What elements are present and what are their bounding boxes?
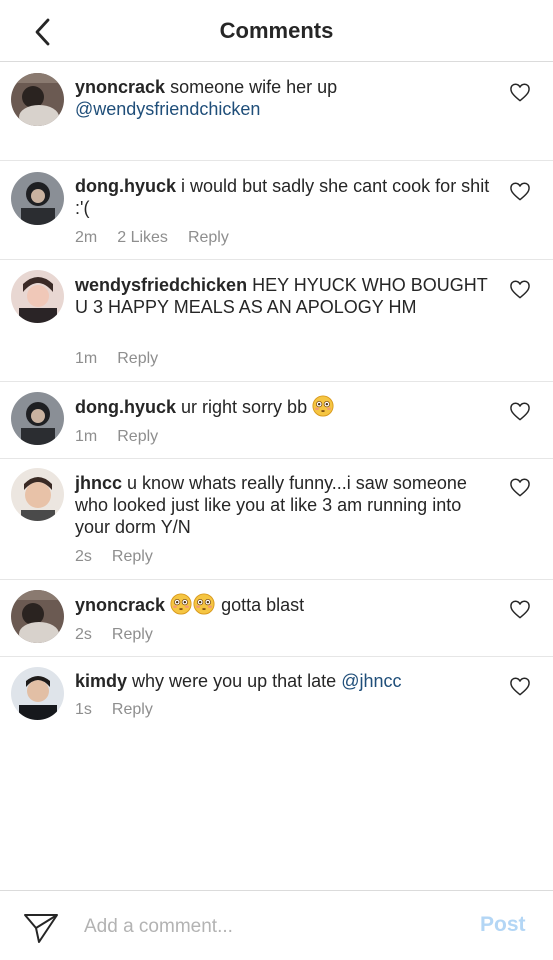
comment-meta: 1m Reply [75, 350, 178, 368]
reply-button[interactable]: Reply [117, 350, 158, 367]
comment-item: dong.hyuck ur right sorry bb 1m Reply [0, 382, 553, 459]
avatar[interactable] [11, 73, 64, 126]
comment-item: ynoncrack gotta blast 2s Reply [0, 580, 553, 657]
comment-text: jhncc u know whats really funny...i saw … [75, 472, 495, 538]
comment-text: ynoncrack gotta blast [75, 593, 495, 616]
header-bar: Comments [0, 0, 553, 62]
comment-composer: Post [0, 890, 553, 960]
comment-username[interactable]: ynoncrack [75, 77, 165, 97]
comment-text: ynoncrack someone wife her up @wendysfri… [75, 76, 495, 120]
reply-button[interactable]: Reply [117, 428, 158, 445]
heart-icon[interactable] [509, 676, 531, 696]
avatar[interactable] [11, 172, 64, 225]
heart-icon[interactable] [509, 82, 531, 102]
comment-timestamp: 2s [75, 548, 92, 565]
heart-icon[interactable] [509, 279, 531, 299]
avatar[interactable] [11, 468, 64, 521]
comment-body: gotta blast [221, 595, 305, 615]
comment-timestamp: 1m [75, 428, 98, 445]
comment-username[interactable]: ynoncrack [75, 595, 165, 615]
comments-list: ynoncrack someone wife her up @wendysfri… [0, 62, 553, 735]
reply-button[interactable]: Reply [112, 548, 153, 565]
comment-item: wendysfriedchicken HEY HYUCK WHO BOUGHT … [0, 260, 553, 382]
comment-username[interactable]: wendysfriedchicken [75, 275, 247, 295]
comment-timestamp: 1m [75, 350, 98, 367]
heart-icon[interactable] [509, 599, 531, 619]
comment-text: dong.hyuck ur right sorry bb [75, 395, 495, 418]
mention-link[interactable]: @wendysfriendchicken [75, 99, 260, 119]
mention-link[interactable]: @jhncc [341, 671, 401, 691]
comment-text: kimdy why were you up that late @jhncc [75, 670, 495, 692]
comment-username[interactable]: dong.hyuck [75, 176, 176, 196]
avatar[interactable] [11, 667, 64, 720]
comment-item: ynoncrack someone wife her up @wendysfri… [0, 62, 553, 161]
reply-button[interactable]: Reply [188, 229, 229, 246]
comment-timestamp: 2m [75, 229, 98, 246]
comment-username[interactable]: jhncc [75, 473, 122, 493]
comment-meta: 1m Reply [75, 428, 178, 446]
flushed-face-emoji [170, 593, 192, 615]
comment-item: dong.hyuck i would but sadly she cant co… [0, 161, 553, 260]
comment-text: dong.hyuck i would but sadly she cant co… [75, 175, 495, 219]
heart-icon[interactable] [509, 477, 531, 497]
avatar[interactable] [11, 392, 64, 445]
comment-timestamp: 1s [75, 701, 92, 718]
comment-item: jhncc u know whats really funny...i saw … [0, 459, 553, 580]
avatar[interactable] [11, 590, 64, 643]
reply-button[interactable]: Reply [112, 701, 153, 718]
comment-input[interactable] [84, 913, 454, 941]
heart-icon[interactable] [509, 181, 531, 201]
paper-plane-icon[interactable] [22, 911, 60, 945]
page-title: Comments [219, 18, 334, 43]
likes-count[interactable]: 2 Likes [117, 229, 168, 246]
flushed-face-emoji [193, 593, 215, 615]
comment-timestamp: 2s [75, 626, 92, 643]
reply-button[interactable]: Reply [112, 626, 153, 643]
comment-body: why were you up that late [132, 671, 337, 691]
comment-meta: 2s Reply [75, 548, 173, 566]
comment-text: wendysfriedchicken HEY HYUCK WHO BOUGHT … [75, 274, 495, 318]
post-button[interactable]: Post [480, 913, 526, 937]
heart-icon[interactable] [509, 401, 531, 421]
comment-meta: 1s Reply [75, 701, 173, 719]
avatar[interactable] [11, 270, 64, 323]
comment-username[interactable]: dong.hyuck [75, 397, 176, 417]
comment-meta: 2m 2 Likes Reply [75, 229, 249, 247]
comment-body: ur right sorry bb [181, 397, 308, 417]
comment-meta: 2s Reply [75, 626, 173, 644]
comment-body: someone wife her up [170, 77, 338, 97]
comment-item: kimdy why were you up that late @jhncc 1… [0, 657, 553, 735]
flushed-face-emoji [312, 395, 334, 417]
comment-body: u know whats really funny...i saw someon… [75, 473, 467, 537]
comment-username[interactable]: kimdy [75, 671, 127, 691]
